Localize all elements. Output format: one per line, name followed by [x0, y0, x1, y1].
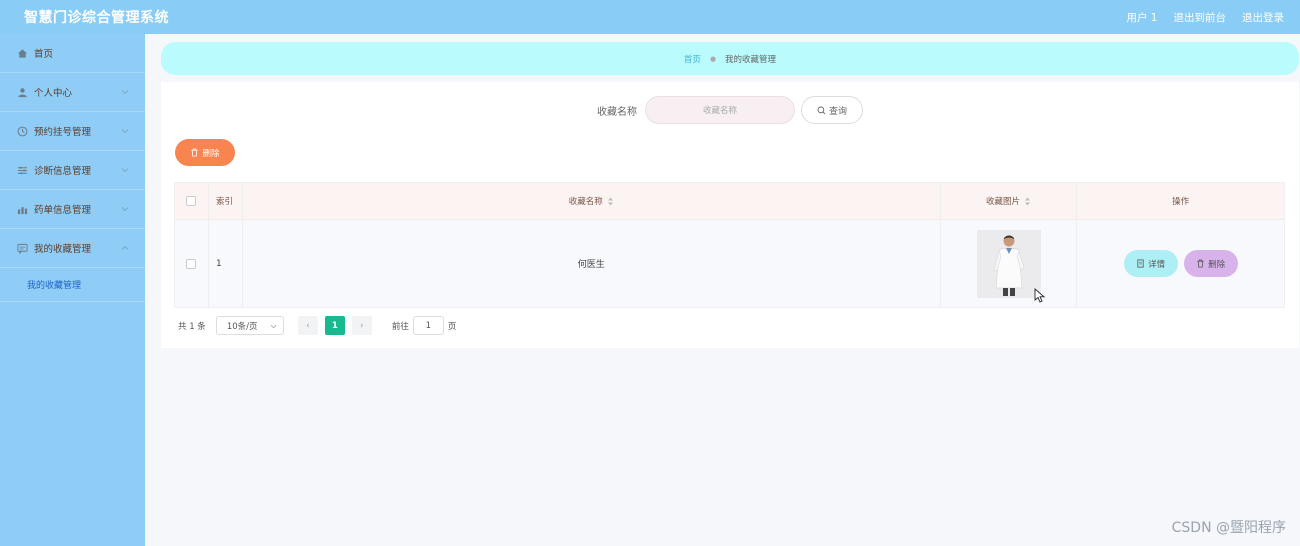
sidebar-item-label: 诊断信息管理 [34, 166, 92, 177]
chat-icon [16, 242, 28, 254]
sidebar-item-appointment[interactable]: 预约挂号管理 [0, 112, 145, 151]
sidebar-item-label: 我的收藏管理 [34, 244, 92, 255]
page-number-1[interactable]: 1 [324, 316, 345, 335]
mouse-cursor-icon [1034, 288, 1046, 303]
sort-icon[interactable] [1024, 197, 1031, 206]
content-card: 收藏名称 收藏名称 查询 删除 索引 收藏名称 收藏图片 操作 1 何医生 详情… [161, 82, 1299, 348]
user-link[interactable]: 用户 1 [1126, 10, 1157, 25]
breadcrumb-current: 我的收藏管理 [725, 54, 777, 65]
logout-link[interactable]: 退出登录 [1242, 10, 1284, 25]
chevron-down-icon [270, 324, 277, 329]
trash-icon [191, 148, 199, 157]
watermark: CSDN @暨阳程序 [1171, 520, 1286, 536]
sliders-icon [16, 164, 28, 176]
page-suffix: 页 [447, 321, 457, 332]
table-row: 1 何医生 详情 删除 [175, 220, 1284, 307]
search-row: 收藏名称 收藏名称 查询 [161, 96, 1299, 124]
doctor-thumbnail[interactable] [976, 229, 1041, 298]
app-title: 智慧门诊综合管理系统 [24, 10, 169, 26]
header-index: 索引 [209, 183, 243, 219]
page-size-select[interactable]: 10条/页 [215, 316, 284, 335]
chevron-up-icon [121, 245, 129, 250]
cell-index: 1 [209, 220, 243, 307]
search-label: 收藏名称 [597, 106, 637, 118]
sidebar-item-prescription[interactable]: 药单信息管理 [0, 190, 145, 229]
document-icon [1137, 259, 1144, 268]
sidebar-item-personal-center[interactable]: 个人中心 [0, 73, 145, 112]
chevron-down-icon [121, 129, 129, 134]
clock-icon [16, 125, 28, 137]
header-operations: 操作 [1172, 197, 1190, 207]
sidebar-item-label: 首页 [34, 49, 54, 60]
pagination: 共 1 条 10条/页 ‹ 1 › 前往 1 页 [178, 316, 456, 335]
sidebar-item-label: 预约挂号管理 [34, 127, 92, 138]
sidebar: 首页 个人中心 预约挂号管理 诊断信息管理 药单信息管理 我的收藏管理 我的收藏… [0, 34, 145, 546]
header-image-label: 收藏图片 [985, 197, 1020, 207]
batch-delete-button[interactable]: 删除 [175, 139, 235, 166]
detail-button[interactable]: 详情 [1123, 250, 1178, 277]
sidebar-item-label: 个人中心 [34, 88, 73, 99]
breadcrumb-home[interactable]: 首页 [684, 53, 701, 65]
delete-button-label: 删除 [1208, 259, 1226, 270]
search-icon [817, 106, 826, 114]
delete-button[interactable]: 删除 [1183, 250, 1238, 277]
header-image[interactable]: 收藏图片 [941, 183, 1078, 219]
sort-icon[interactable] [607, 197, 614, 206]
batch-delete-label: 删除 [202, 148, 220, 159]
header-name[interactable]: 收藏名称 [243, 183, 941, 219]
chevron-down-icon [121, 90, 129, 95]
search-input[interactable]: 收藏名称 [645, 96, 795, 124]
header-name-label: 收藏名称 [568, 197, 603, 207]
sidebar-item-label: 药单信息管理 [34, 205, 92, 216]
trash-icon [1197, 259, 1204, 268]
home-icon [16, 47, 28, 59]
sidebar-item-diagnosis[interactable]: 诊断信息管理 [0, 151, 145, 190]
page-size-value: 10条/页 [226, 321, 258, 332]
select-all-checkbox[interactable] [186, 196, 197, 206]
prev-page-button[interactable]: ‹ [297, 316, 318, 335]
user-icon [16, 86, 28, 98]
sidebar-item-home[interactable]: 首页 [0, 34, 145, 73]
chart-icon [16, 203, 28, 215]
next-page-button[interactable]: › [351, 316, 372, 335]
cell-name: 何医生 [243, 220, 941, 307]
breadcrumb: 首页 ● 我的收藏管理 [161, 42, 1299, 75]
top-bar: 智慧门诊综合管理系统 用户 1 退出到前台 退出登录 [0, 0, 1300, 34]
chevron-down-icon [121, 207, 129, 212]
back-to-front-link[interactable]: 退出到前台 [1174, 10, 1227, 25]
detail-button-label: 详情 [1148, 259, 1166, 270]
search-button-label: 查询 [828, 106, 847, 117]
sidebar-subitem-favorites-manage[interactable]: 我的收藏管理 [0, 268, 145, 302]
chevron-down-icon [121, 168, 129, 173]
sidebar-item-favorites[interactable]: 我的收藏管理 [0, 229, 145, 268]
row-checkbox[interactable] [186, 258, 197, 269]
goto-label: 前往 [391, 321, 409, 332]
breadcrumb-separator: ● [709, 54, 717, 63]
doctor-image [976, 229, 1041, 298]
search-button[interactable]: 查询 [801, 96, 863, 124]
goto-page-input[interactable]: 1 [412, 316, 444, 335]
total-count: 共 1 条 [178, 321, 206, 332]
table-header: 索引 收藏名称 收藏图片 操作 [175, 183, 1284, 220]
top-right-links: 用户 1 退出到前台 退出登录 [1126, 10, 1284, 25]
favorites-table: 索引 收藏名称 收藏图片 操作 1 何医生 详情 删除 [174, 182, 1285, 308]
